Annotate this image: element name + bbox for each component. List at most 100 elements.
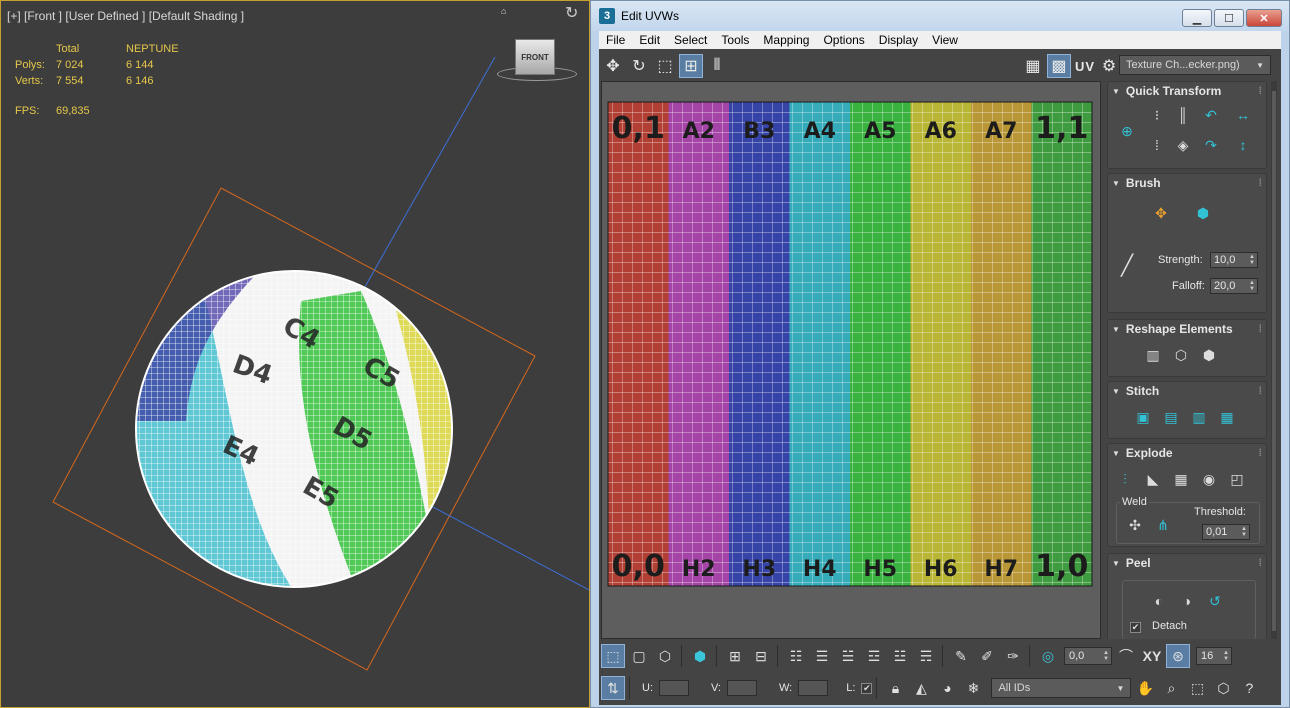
reset-peel-icon[interactable]: ↺ bbox=[1204, 590, 1226, 612]
spinner-arrows-icon[interactable]: ▲ ▼ bbox=[1249, 280, 1255, 292]
align-horizontal-icon[interactable]: ⁝ bbox=[1146, 104, 1168, 126]
spinner-arrows-icon[interactable]: ▲ ▼ bbox=[1249, 254, 1255, 266]
weld-target-icon[interactable]: ⋔ bbox=[1152, 514, 1174, 536]
strength-spinner[interactable]: 10,0 ▲ ▼ bbox=[1210, 252, 1258, 268]
shrink-selection-icon[interactable]: ⊟ bbox=[749, 644, 773, 668]
viewport-front[interactable]: D4 C4 D5 E4 E5 C5 [+] [Front ] [User Def… bbox=[0, 0, 590, 708]
space-vertical-icon[interactable]: ↕ bbox=[1232, 134, 1254, 156]
freeform-icon[interactable]: ⊞ bbox=[679, 54, 703, 78]
paint-grow-icon[interactable]: ✐ bbox=[975, 644, 999, 668]
pivot-icon[interactable]: ⊕ bbox=[1116, 120, 1138, 142]
align-vertical-snap-icon[interactable]: ⁞ bbox=[1146, 134, 1168, 156]
lock-icon[interactable]: 🔒︎ bbox=[883, 676, 907, 700]
grid-spinner[interactable]: 16 ▲ ▼ bbox=[1196, 647, 1232, 665]
straighten-selection-icon[interactable]: ▥ bbox=[1142, 344, 1164, 366]
rollout-title-stitch[interactable]: ▼ Stitch ⁞ bbox=[1108, 382, 1266, 400]
detach-checkbox[interactable]: ✔ bbox=[1130, 622, 1141, 633]
edge-mode-icon[interactable]: ▢ bbox=[627, 644, 651, 668]
rotate-ccw-icon[interactable]: ↶ bbox=[1200, 104, 1222, 126]
viewcube[interactable]: FRONT bbox=[515, 39, 555, 75]
quick-peel-icon[interactable]: ◐ bbox=[1148, 590, 1170, 612]
loop-icon[interactable]: ☲ bbox=[862, 644, 886, 668]
ring-icon[interactable]: ☷ bbox=[784, 644, 808, 668]
rollout-title-quick-transform[interactable]: ▼ Quick Transform ⁞ bbox=[1108, 82, 1266, 100]
brush-size-icon[interactable]: ╱ bbox=[1116, 254, 1138, 277]
ring-grow-icon[interactable]: ☰ bbox=[810, 644, 834, 668]
explode-settings-icon[interactable]: ◰ bbox=[1226, 468, 1248, 490]
texture-display-icon[interactable]: ▩ bbox=[1046, 54, 1071, 78]
close-button[interactable]: ✕ bbox=[1246, 9, 1282, 27]
vertex-mode-icon[interactable]: ⬚ bbox=[601, 644, 625, 668]
home-icon[interactable]: ⌂ bbox=[501, 6, 510, 16]
pan-icon[interactable]: ✋ bbox=[1133, 676, 1157, 700]
menu-options[interactable]: Options bbox=[816, 33, 871, 47]
checker-display-icon[interactable]: ▦ bbox=[1021, 54, 1045, 78]
falloff-curve-icon[interactable]: ⌒ bbox=[1114, 644, 1138, 668]
menu-mapping[interactable]: Mapping bbox=[756, 33, 816, 47]
material-ids-dropdown[interactable]: All IDs ▼ bbox=[991, 678, 1132, 698]
threshold-spinner[interactable]: 0,01 ▲ ▼ bbox=[1202, 524, 1250, 540]
texture-dropdown[interactable]: Texture Ch...ecker.png) ▼ bbox=[1119, 55, 1271, 75]
spinner-arrows-icon[interactable]: ▲ ▼ bbox=[1241, 526, 1247, 538]
spinner-arrows-icon[interactable]: ▲ ▼ bbox=[1223, 650, 1229, 662]
u-field[interactable] bbox=[659, 680, 689, 696]
rollout-title-peel[interactable]: ▼ Peel ⁞ bbox=[1108, 554, 1266, 572]
rollout-title-brush[interactable]: ▼ Brush ⁞ bbox=[1108, 174, 1266, 192]
break-icon[interactable]: ⫶ bbox=[1114, 468, 1136, 490]
relax-icon[interactable]: ⬡ bbox=[1170, 344, 1192, 366]
stitch-custom-icon[interactable]: ▣ bbox=[1132, 406, 1154, 428]
explode-faces-icon[interactable]: ◣ bbox=[1142, 468, 1164, 490]
straighten-icon[interactable]: ◈ bbox=[1172, 134, 1194, 156]
ring-shrink-icon[interactable]: ☱ bbox=[836, 644, 860, 668]
viewport-label[interactable]: [+] [Front ] [User Defined ] [Default Sh… bbox=[7, 9, 244, 23]
face-mode-icon[interactable]: ⬡ bbox=[653, 644, 677, 668]
paint-shrink-icon[interactable]: ✑ bbox=[1001, 644, 1025, 668]
rollout-title-reshape[interactable]: ▼ Reshape Elements ⁞ bbox=[1108, 320, 1266, 338]
move-icon[interactable]: ✥ bbox=[601, 54, 625, 78]
soft-selection-icon[interactable]: ◎ bbox=[1036, 644, 1060, 668]
maximize-button[interactable]: ☐ bbox=[1214, 9, 1244, 27]
texture-settings-icon[interactable]: ⚙ bbox=[1097, 54, 1121, 78]
eye-icon[interactable]: ◕ bbox=[935, 676, 959, 700]
checker-explode-icon[interactable]: ◉ bbox=[1198, 468, 1220, 490]
spinner-arrows-icon[interactable]: ▲ ▼ bbox=[1103, 650, 1109, 662]
uv-grid[interactable]: 0,1 A2 B3 A4 A5 A6 A7 1,1 0,0 H2 H3 H4 H5 H6 H7 1,0 bbox=[602, 82, 1100, 638]
peel-mode-icon[interactable]: ◑ bbox=[1176, 590, 1198, 612]
menu-view[interactable]: View bbox=[925, 33, 965, 47]
mirror-icon[interactable]: ⫴ bbox=[705, 54, 729, 78]
hide-icon[interactable]: ◭ bbox=[909, 676, 933, 700]
menu-tools[interactable]: Tools bbox=[714, 33, 756, 47]
l-checkbox[interactable]: ✔ bbox=[861, 682, 873, 694]
element-mode-icon[interactable]: ⬢ bbox=[688, 644, 712, 668]
stitch-average-icon[interactable]: ▥ bbox=[1188, 406, 1210, 428]
uv-editor-canvas[interactable]: 0,1 A2 B3 A4 A5 A6 A7 1,1 0,0 H2 H3 H4 H5 H6 H7 1,0 bbox=[601, 81, 1101, 639]
uv-space-label[interactable]: UV bbox=[1075, 59, 1095, 74]
loop-grow-icon[interactable]: ☳ bbox=[888, 644, 912, 668]
zoom-icon[interactable]: ⌕ bbox=[1159, 676, 1183, 700]
zoom-region-icon[interactable]: ⬚ bbox=[1185, 676, 1209, 700]
freeze-icon[interactable]: ❄ bbox=[961, 676, 985, 700]
relax-brush-icon[interactable]: ⬢ bbox=[1192, 202, 1214, 224]
menu-display[interactable]: Display bbox=[872, 33, 925, 47]
menu-edit[interactable]: Edit bbox=[632, 33, 667, 47]
grow-selection-icon[interactable]: ⊞ bbox=[723, 644, 747, 668]
xy-coord-button[interactable]: XY bbox=[1140, 644, 1164, 668]
rotate-view-icon[interactable]: ↻ bbox=[565, 3, 578, 23]
menu-file[interactable]: File bbox=[599, 33, 632, 47]
scrollbar-thumb[interactable] bbox=[1272, 91, 1276, 631]
rotate-cw-icon[interactable]: ↷ bbox=[1200, 134, 1222, 156]
flatten-icon[interactable]: ▦ bbox=[1170, 468, 1192, 490]
w-field[interactable] bbox=[798, 680, 829, 696]
absolute-mode-icon[interactable]: ⇅ bbox=[601, 676, 625, 700]
paint-select-icon[interactable]: ✎ bbox=[949, 644, 973, 668]
align-vertical-icon[interactable]: ║ bbox=[1172, 104, 1194, 126]
space-horizontal-icon[interactable]: ↔ bbox=[1232, 104, 1254, 126]
menu-select[interactable]: Select bbox=[667, 33, 714, 47]
paint-move-icon[interactable]: ✥ bbox=[1150, 202, 1172, 224]
help-icon[interactable]: ? bbox=[1237, 676, 1261, 700]
zoom-extents-icon[interactable]: ⬡ bbox=[1211, 676, 1235, 700]
stitch-target-icon[interactable]: ▤ bbox=[1160, 406, 1182, 428]
rollout-scrollbar[interactable] bbox=[1271, 81, 1277, 639]
angle-spinner[interactable]: 0,0 ▲ ▼ bbox=[1064, 647, 1112, 665]
v-field[interactable] bbox=[727, 680, 757, 696]
